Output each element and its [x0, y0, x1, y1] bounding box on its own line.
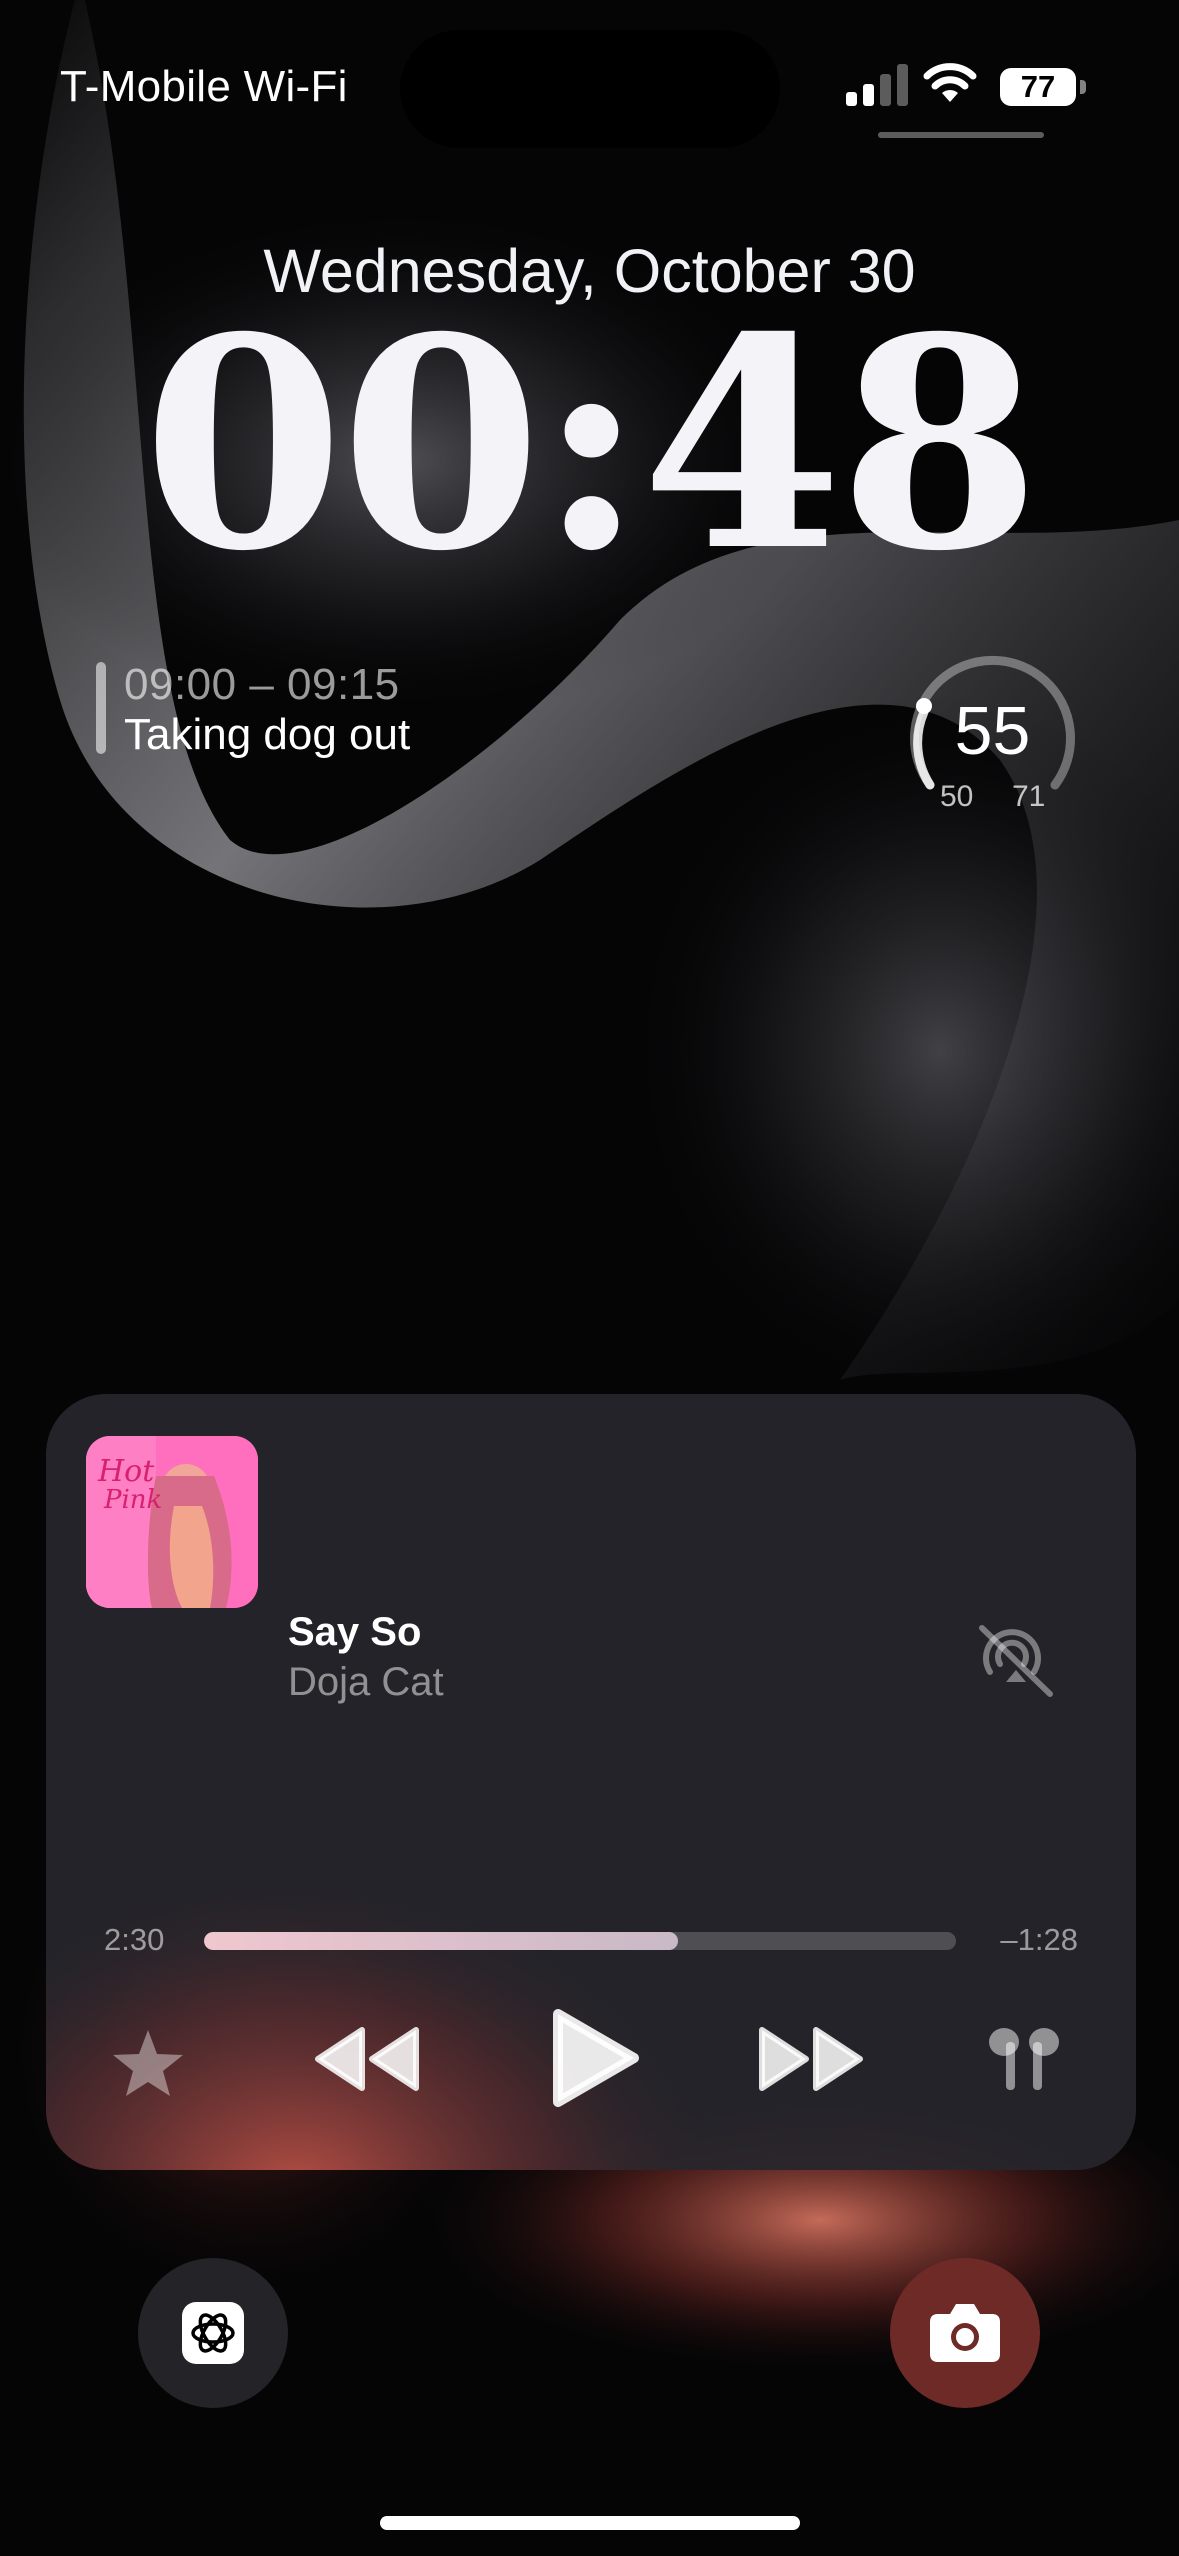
carrier-label: T-Mobile Wi-Fi: [60, 62, 348, 111]
song-artist: Doja Cat: [288, 1660, 444, 1704]
wifi-icon: [923, 63, 977, 102]
airpods-icon[interactable]: [984, 2026, 1064, 2096]
elapsed-time: 2:30: [104, 1922, 165, 1957]
remaining-time: –1:28: [1000, 1922, 1078, 1957]
battery-tip: [1080, 80, 1086, 94]
airplay-off-icon[interactable]: [972, 1622, 1058, 1698]
camera-icon: [930, 2304, 1000, 2362]
event-color-bar: [96, 662, 106, 754]
fast-forward-icon[interactable]: [754, 2026, 866, 2092]
now-playing-widget[interactable]: Hot Pink Say So Doja Cat 2:30 –1:28: [46, 1394, 1136, 2170]
song-title: Say So: [288, 1610, 422, 1654]
status-bar: T-Mobile Wi-Fi 77: [0, 0, 1179, 170]
event-time-range: 09:00 – 09:15: [124, 660, 400, 709]
dynamic-island: [400, 30, 780, 148]
play-icon[interactable]: [546, 2006, 642, 2110]
chatgpt-icon: [182, 2302, 244, 2364]
chatgpt-shortcut-button[interactable]: [138, 2258, 288, 2408]
svg-text:Pink: Pink: [103, 1485, 162, 1515]
low-temperature: 50: [940, 780, 974, 813]
svg-text:Hot: Hot: [97, 1454, 155, 1489]
star-icon[interactable]: [108, 2024, 188, 2104]
battery-icon: 77: [1000, 68, 1076, 106]
camera-shortcut-button[interactable]: [890, 2258, 1040, 2408]
lock-screen-time: 00:48: [142, 275, 1040, 615]
rewind-icon[interactable]: [312, 2026, 424, 2092]
playback-progress-bar[interactable]: [204, 1932, 956, 1950]
weather-widget[interactable]: 55 50 71: [900, 650, 1085, 820]
event-title: Taking dog out: [124, 710, 411, 759]
album-art[interactable]: Hot Pink: [86, 1436, 258, 1608]
cellular-signal-icon: [846, 62, 908, 106]
playback-progress-fill: [204, 1932, 678, 1950]
current-temperature: 55: [954, 693, 1031, 769]
control-center-grabber[interactable]: [878, 132, 1044, 138]
high-temperature: 71: [1012, 780, 1046, 813]
home-indicator[interactable]: [380, 2516, 800, 2530]
